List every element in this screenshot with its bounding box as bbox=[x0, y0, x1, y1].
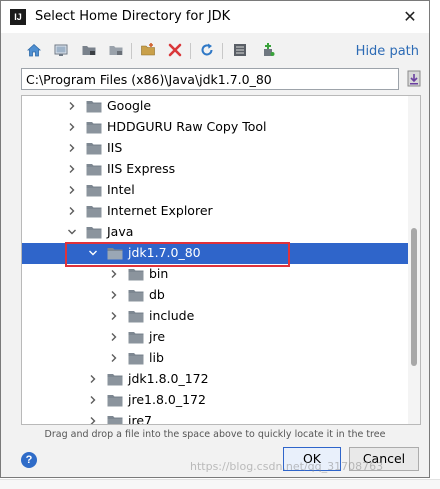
tree-row-label: include bbox=[149, 308, 195, 323]
folder-icon bbox=[128, 310, 144, 323]
chevron-right-icon[interactable] bbox=[108, 331, 120, 343]
help-button[interactable]: ? bbox=[21, 452, 37, 468]
add-library-icon[interactable] bbox=[259, 41, 277, 59]
home-icon[interactable] bbox=[25, 41, 43, 59]
chevron-right-icon[interactable] bbox=[108, 268, 120, 280]
show-hidden-icon[interactable] bbox=[231, 41, 249, 59]
tree-row[interactable]: jdk1.8.0_172 bbox=[22, 369, 408, 390]
annotation-highlight-box bbox=[65, 242, 290, 267]
folder-icon bbox=[86, 226, 102, 239]
project-icon[interactable] bbox=[80, 41, 98, 59]
tree-row[interactable]: db bbox=[22, 285, 408, 306]
chevron-right-icon[interactable] bbox=[66, 142, 78, 154]
title-bar[interactable]: IJ Select Home Directory for JDK ✕ bbox=[1, 1, 429, 33]
chevron-right-icon[interactable] bbox=[66, 121, 78, 133]
tree-row-label: bin bbox=[149, 266, 169, 281]
folder-icon bbox=[86, 184, 102, 197]
tree-row-label: jre1.8.0_172 bbox=[128, 392, 206, 407]
tree-row-label: Intel bbox=[107, 182, 135, 197]
refresh-icon[interactable] bbox=[198, 41, 216, 59]
tree-row[interactable]: Java bbox=[22, 222, 408, 243]
scrollbar-thumb[interactable] bbox=[411, 228, 417, 366]
delete-icon[interactable] bbox=[166, 41, 184, 59]
chevron-right-icon[interactable] bbox=[87, 394, 99, 406]
path-input[interactable] bbox=[21, 68, 399, 90]
select-jdk-home-dialog: IJ Select Home Directory for JDK ✕ Hide … bbox=[0, 0, 430, 478]
toolbar-separator bbox=[131, 43, 132, 59]
folder-icon bbox=[107, 415, 123, 424]
toolbar-separator bbox=[190, 43, 191, 59]
dialog-title: Select Home Directory for JDK bbox=[35, 9, 231, 24]
intellij-app-icon: IJ bbox=[10, 9, 26, 25]
tree-row-label: jdk1.8.0_172 bbox=[128, 371, 209, 386]
module-icon[interactable] bbox=[107, 41, 125, 59]
tree-row-label: IIS Express bbox=[107, 161, 176, 176]
tree-row[interactable]: Intel bbox=[22, 180, 408, 201]
chevron-right-icon[interactable] bbox=[108, 289, 120, 301]
tree-row-label: HDDGURU Raw Copy Tool bbox=[107, 119, 267, 134]
folder-icon bbox=[86, 121, 102, 134]
tree-row[interactable]: jre7 bbox=[22, 411, 408, 425]
chevron-right-icon[interactable] bbox=[87, 415, 99, 424]
chevron-right-icon[interactable] bbox=[108, 352, 120, 364]
file-chooser-toolbar: Hide path bbox=[1, 39, 429, 63]
folder-icon bbox=[128, 352, 144, 365]
tree-row-label: IIS bbox=[107, 140, 123, 155]
path-history-icon[interactable] bbox=[405, 69, 423, 89]
folder-icon bbox=[128, 331, 144, 344]
chevron-right-icon[interactable] bbox=[66, 100, 78, 112]
tree-row-label: Google bbox=[107, 98, 152, 113]
chevron-right-icon[interactable] bbox=[66, 163, 78, 175]
tree-row-label: Java bbox=[107, 224, 134, 239]
tree-row[interactable]: jre bbox=[22, 327, 408, 348]
folder-icon bbox=[107, 373, 123, 386]
tree-row[interactable]: HDDGURU Raw Copy Tool bbox=[22, 117, 408, 138]
chevron-down-icon[interactable] bbox=[66, 226, 78, 238]
chevron-right-icon[interactable] bbox=[66, 184, 78, 196]
close-button[interactable]: ✕ bbox=[397, 5, 423, 29]
new-folder-icon[interactable] bbox=[139, 41, 157, 59]
desktop-icon[interactable] bbox=[52, 41, 70, 59]
toolbar-separator bbox=[222, 43, 223, 59]
folder-icon bbox=[86, 163, 102, 176]
chevron-right-icon[interactable] bbox=[108, 310, 120, 322]
tree-row[interactable]: Internet Explorer bbox=[22, 201, 408, 222]
tree-row[interactable]: jre1.8.0_172 bbox=[22, 390, 408, 411]
folder-icon bbox=[128, 268, 144, 281]
folder-icon bbox=[86, 100, 102, 113]
tree-row-label: lib bbox=[149, 350, 164, 365]
tree-row[interactable]: IIS Express bbox=[22, 159, 408, 180]
tree-row-label: db bbox=[149, 287, 165, 302]
tree-row-label: jre7 bbox=[128, 413, 152, 425]
folder-icon bbox=[107, 394, 123, 407]
tree-row[interactable]: IIS bbox=[22, 138, 408, 159]
folder-icon bbox=[86, 205, 102, 218]
tree-row-label: Internet Explorer bbox=[107, 203, 213, 218]
folder-icon bbox=[86, 142, 102, 155]
chevron-right-icon[interactable] bbox=[66, 205, 78, 217]
hide-path-link[interactable]: Hide path bbox=[356, 44, 419, 59]
folder-icon bbox=[128, 289, 144, 302]
tree-row[interactable]: Google bbox=[22, 96, 408, 117]
tree-row[interactable]: bin bbox=[22, 264, 408, 285]
tree-vertical-scrollbar[interactable] bbox=[408, 96, 420, 424]
watermark-text: https://blog.csdn.net/qq_31708763 bbox=[190, 460, 384, 473]
chevron-right-icon[interactable] bbox=[87, 373, 99, 385]
tree-row[interactable]: lib bbox=[22, 348, 408, 369]
drag-drop-hint: Drag and drop a file into the space abov… bbox=[44, 429, 386, 440]
tree-row-label: jre bbox=[149, 329, 166, 344]
tree-row[interactable]: include bbox=[22, 306, 408, 327]
